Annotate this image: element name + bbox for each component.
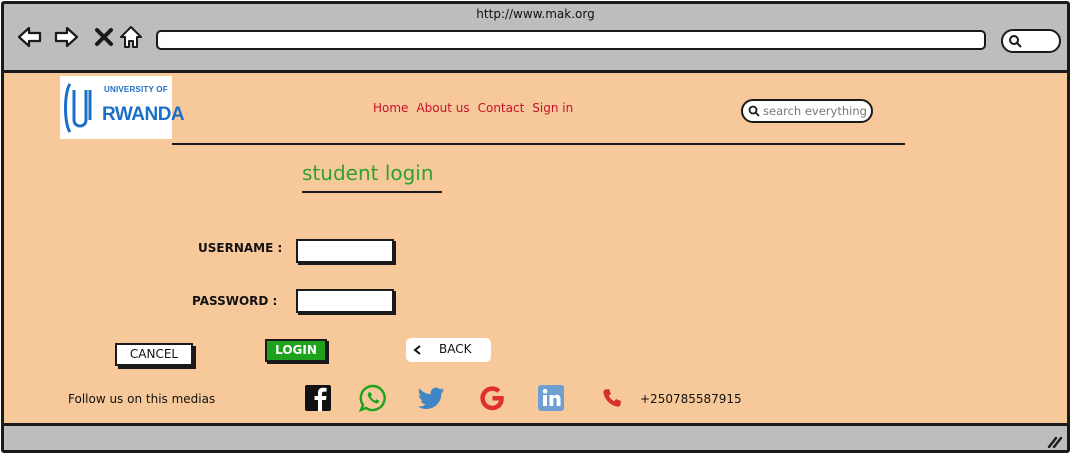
header-divider — [172, 143, 905, 145]
site-search[interactable] — [741, 99, 873, 123]
phone-icon — [601, 387, 623, 409]
google-icon[interactable] — [477, 383, 507, 413]
logo-emblem-icon — [64, 83, 92, 133]
username-input[interactable] — [298, 242, 392, 262]
phone-number: +250785587915 — [640, 392, 742, 406]
page-content: UNIVERSITY OF RWANDA Home About us Conta… — [4, 73, 1067, 427]
login-button[interactable]: LOGIN — [265, 339, 327, 362]
username-label: USERNAME : — [198, 241, 283, 255]
back-button-label: BACK — [439, 342, 472, 356]
username-field-box — [296, 239, 394, 263]
title-underline — [302, 191, 442, 193]
search-input[interactable] — [763, 103, 869, 119]
close-icon[interactable] — [90, 23, 118, 51]
search-icon — [748, 105, 760, 117]
address-bar[interactable] — [156, 30, 986, 50]
whatsapp-icon[interactable] — [358, 383, 388, 413]
nav-about-us[interactable]: About us — [416, 101, 469, 115]
forward-arrow-icon[interactable] — [52, 23, 80, 51]
facebook-icon[interactable] — [303, 383, 333, 413]
home-icon[interactable] — [117, 23, 145, 51]
back-arrow-icon[interactable] — [16, 23, 44, 51]
password-field-box — [296, 289, 394, 313]
search-icon — [1009, 35, 1022, 48]
browser-status-bar — [4, 423, 1067, 450]
browser-toolbar: http://www.mak.org — [4, 4, 1067, 73]
logo-text-top: UNIVERSITY OF — [104, 85, 168, 94]
twitter-icon[interactable] — [416, 383, 446, 413]
page-title: student login — [302, 161, 434, 185]
resize-handle-icon[interactable] — [1047, 434, 1063, 448]
password-label: PASSWORD : — [192, 294, 278, 308]
follow-us-text: Follow us on this medias — [68, 392, 216, 406]
password-input[interactable] — [298, 292, 392, 312]
main-nav: Home About us Contact Sign in — [373, 101, 573, 115]
nav-contact[interactable]: Contact — [478, 101, 525, 115]
nav-home[interactable]: Home — [373, 101, 408, 115]
linkedin-icon[interactable] — [536, 383, 566, 413]
browser-window: http://www.mak.org UNIVERSITY OF RWANDA — [1, 1, 1070, 453]
cancel-button[interactable]: CANCEL — [115, 343, 193, 366]
university-logo[interactable]: UNIVERSITY OF RWANDA — [60, 76, 185, 139]
chevron-left-icon — [413, 345, 421, 355]
nav-sign-in[interactable]: Sign in — [532, 101, 573, 115]
logo-text-main: RWANDA — [102, 104, 185, 125]
browser-search-field[interactable] — [1001, 29, 1061, 53]
browser-url: http://www.mak.org — [476, 7, 595, 21]
back-button[interactable]: BACK — [406, 338, 491, 362]
